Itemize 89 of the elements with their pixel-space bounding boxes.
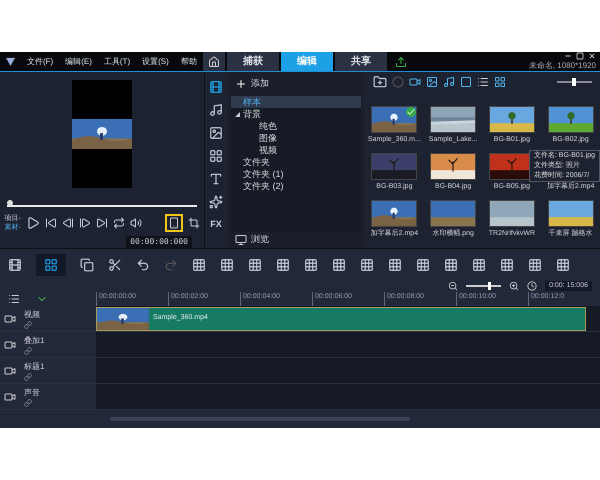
music-icon[interactable] bbox=[209, 103, 223, 117]
new-folder-icon[interactable] bbox=[373, 75, 387, 89]
play-icon[interactable] bbox=[26, 216, 40, 230]
transition-icon[interactable] bbox=[209, 149, 223, 163]
previous-frame-icon[interactable] bbox=[62, 217, 74, 229]
add-button[interactable]: 添加 bbox=[251, 77, 269, 91]
size-slider-thumb[interactable] bbox=[572, 78, 576, 86]
tree-item[interactable]: 文件夹 (2) bbox=[243, 180, 284, 192]
graphics-icon[interactable] bbox=[209, 195, 223, 209]
link-icon[interactable] bbox=[24, 372, 32, 380]
tool-icon[interactable] bbox=[556, 258, 570, 272]
link-icon[interactable] bbox=[24, 346, 32, 354]
zoom-in-icon[interactable] bbox=[509, 281, 520, 291]
phone-icon bbox=[168, 217, 180, 229]
repeat-icon[interactable] bbox=[112, 217, 125, 229]
tree-item[interactable]: 文件夹 (1) bbox=[243, 168, 284, 180]
menu-item[interactable]: 编辑(E) bbox=[59, 56, 98, 68]
tree-item[interactable]: 样本 bbox=[243, 96, 261, 108]
menu-item[interactable]: 文件(F) bbox=[21, 56, 60, 68]
track-icon bbox=[4, 338, 16, 350]
home-button[interactable] bbox=[202, 52, 225, 71]
grid-view-icon[interactable] bbox=[494, 76, 506, 88]
track-icon bbox=[4, 390, 16, 402]
media-icon[interactable] bbox=[209, 80, 223, 94]
app-logo-icon bbox=[6, 57, 15, 66]
menu-item[interactable]: 工具(T) bbox=[98, 56, 136, 68]
tool-icon[interactable] bbox=[388, 258, 402, 272]
copy-icon[interactable] bbox=[80, 258, 94, 272]
tool-icon[interactable] bbox=[192, 258, 206, 272]
close-icon[interactable] bbox=[588, 52, 596, 60]
tool-icon[interactable] bbox=[528, 258, 542, 272]
next-frame-icon[interactable] bbox=[78, 217, 91, 229]
crop-icon[interactable] bbox=[188, 217, 200, 229]
zoom-slider-thumb[interactable] bbox=[488, 282, 492, 290]
tool-icon[interactable] bbox=[416, 258, 430, 272]
timecode-field[interactable]: 00:00:00:000 bbox=[126, 236, 192, 248]
track-name: 视频 bbox=[24, 308, 40, 320]
scrub-handle[interactable] bbox=[7, 200, 13, 206]
skip-start-icon[interactable] bbox=[44, 217, 57, 229]
tool-icon[interactable] bbox=[248, 258, 262, 272]
storyboard-view-icon[interactable] bbox=[8, 258, 22, 272]
upload-icon[interactable] bbox=[394, 56, 407, 68]
mode-tab[interactable]: 捕获 bbox=[226, 52, 279, 71]
tool-icon[interactable] bbox=[444, 258, 458, 272]
show-photos-icon[interactable] bbox=[426, 76, 438, 88]
instant-project-icon[interactable] bbox=[209, 126, 223, 140]
track-name: 声音 bbox=[24, 386, 40, 398]
tool-icon[interactable] bbox=[472, 258, 486, 272]
tool-icon[interactable] bbox=[332, 258, 346, 272]
thumbnail-view-icon[interactable] bbox=[460, 76, 472, 88]
expand-triangle-icon[interactable] bbox=[235, 112, 240, 116]
maximize-icon[interactable] bbox=[576, 52, 584, 60]
add-icon[interactable] bbox=[235, 78, 247, 90]
tool-icon[interactable] bbox=[304, 258, 318, 272]
show-videos-icon[interactable] bbox=[409, 76, 421, 88]
browse-button[interactable]: 浏览 bbox=[251, 233, 269, 247]
fx-icon[interactable]: FX bbox=[210, 218, 222, 232]
browse-icon[interactable] bbox=[235, 234, 247, 246]
clock-icon bbox=[527, 281, 538, 291]
link-icon[interactable] bbox=[24, 398, 32, 406]
tool-icon[interactable] bbox=[500, 258, 514, 272]
aspect-ratio-button[interactable] bbox=[164, 214, 182, 232]
skip-end-icon[interactable] bbox=[96, 217, 108, 229]
track-name: 叠加1 bbox=[24, 334, 44, 346]
title-icon[interactable] bbox=[209, 172, 223, 186]
mode-tab[interactable]: 共享 bbox=[334, 52, 387, 71]
menu-item[interactable]: 帮助 bbox=[174, 56, 203, 68]
tree-item[interactable]: 图像 bbox=[259, 132, 277, 144]
home-icon bbox=[208, 56, 220, 68]
track-icon bbox=[4, 364, 16, 376]
tool-icon[interactable] bbox=[360, 258, 374, 272]
track-name: 标题1 bbox=[24, 360, 44, 372]
tree-item[interactable]: 文件夹 bbox=[243, 156, 270, 168]
tools-icon[interactable] bbox=[108, 258, 122, 272]
grid-icon bbox=[44, 258, 58, 272]
track-icon bbox=[4, 312, 16, 324]
tree-item[interactable]: 视频 bbox=[259, 144, 277, 156]
undo-icon[interactable] bbox=[136, 258, 150, 272]
tree-item[interactable]: 背景 bbox=[243, 108, 261, 120]
tool-icon[interactable] bbox=[276, 258, 290, 272]
link-icon[interactable] bbox=[24, 320, 32, 328]
zoom-out-icon[interactable] bbox=[448, 281, 458, 291]
project-info: 未命名, 1080*1920 bbox=[528, 60, 596, 72]
timeline-view-button[interactable] bbox=[36, 254, 66, 276]
tree-item[interactable]: 纯色 bbox=[259, 120, 277, 132]
volume-icon[interactable] bbox=[130, 217, 142, 229]
show-audio-icon[interactable] bbox=[443, 76, 455, 88]
tool-icon[interactable] bbox=[220, 258, 234, 272]
menu-item[interactable]: 设置(S) bbox=[136, 56, 175, 68]
